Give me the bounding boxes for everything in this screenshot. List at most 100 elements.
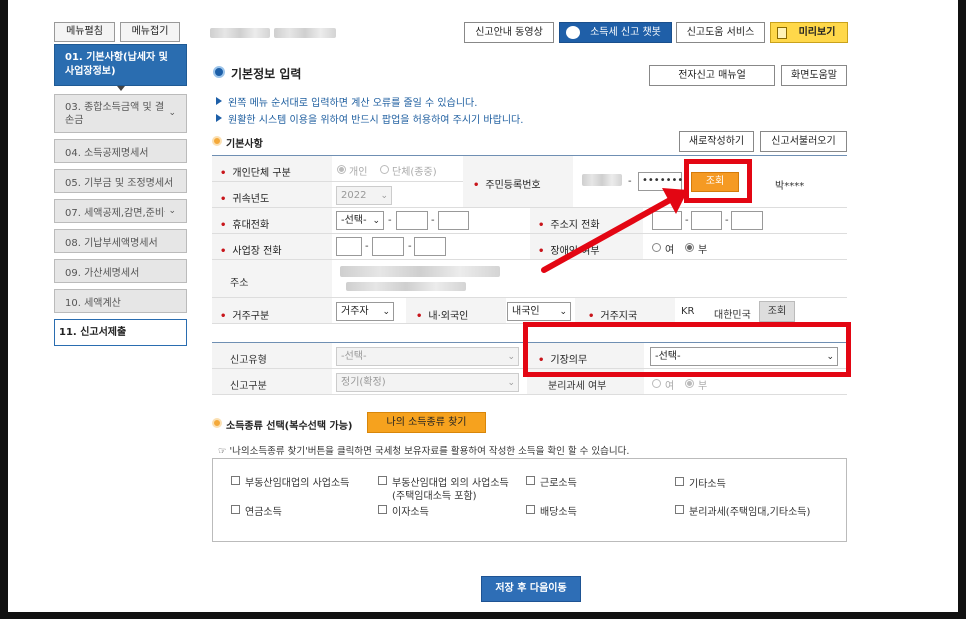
- blurred-breadcrumb: [274, 28, 336, 38]
- section-bullet-icon: [212, 136, 222, 146]
- country-label: • 거주지국: [588, 311, 638, 322]
- mobile-mid-input[interactable]: [396, 211, 428, 230]
- screen-help-button[interactable]: 화면도움말: [781, 65, 847, 86]
- checkbox-label: 분리과세(주택임대,기타소득): [689, 507, 811, 518]
- checkbox-business-income[interactable]: [378, 476, 387, 485]
- year-select[interactable]: 2022 ⌄: [336, 186, 392, 205]
- manual-button[interactable]: 전자신고 매뉴얼: [649, 65, 775, 86]
- notice-bullet-icon: [216, 114, 222, 122]
- chevron-down-icon: ⌄: [559, 307, 567, 317]
- address-phone-last-input[interactable]: [731, 211, 763, 230]
- nationality-label: • 내·외국인: [416, 311, 469, 322]
- sidebar-item-basic-info[interactable]: 01. 기본사항(납세자 및 사업장정보): [54, 44, 187, 86]
- chatbot-icon: [566, 26, 580, 39]
- checkbox-separate-taxation[interactable]: [675, 505, 684, 514]
- sidebar-item-penalty[interactable]: 09. 가산세명세서: [54, 259, 187, 283]
- report-category-select[interactable]: 정기(확정) ⌄: [336, 373, 519, 392]
- report-type-label: 신고유형: [230, 355, 267, 366]
- document-icon: [777, 27, 787, 39]
- radio-disabled-no-label: 부: [698, 245, 708, 256]
- report-type-select[interactable]: -선택- ⌄: [336, 347, 519, 366]
- radio-group-label: 단체(종중): [392, 167, 437, 178]
- annotation-box-bookkeeping: [523, 322, 851, 377]
- menu-expand-button[interactable]: 메뉴펼침: [54, 22, 115, 42]
- chevron-down-icon: ⌄: [380, 191, 388, 201]
- checkbox-pension-income[interactable]: [231, 505, 240, 514]
- mobile-prefix-select[interactable]: -선택- ⌄: [336, 211, 384, 230]
- blurred-breadcrumb: [210, 28, 270, 38]
- checkbox-dividend-income[interactable]: [526, 505, 535, 514]
- address-blurred: [340, 266, 500, 277]
- report-category-label: 신고구분: [230, 381, 267, 392]
- checkbox-label: 근로소득: [540, 478, 577, 489]
- sidebar-item-income[interactable]: 03. 종합소득금액 및 결손금 ⌄: [54, 94, 187, 133]
- taxpayer-type-label: • 개인단체 구분: [220, 168, 291, 179]
- chevron-down-icon: ⌄: [382, 307, 390, 317]
- checkbox-earned-income[interactable]: [526, 476, 535, 485]
- biz-phone-label: • 사업장 전화: [220, 246, 282, 257]
- sidebar-item-deduction[interactable]: 04. 소득공제명세서: [54, 139, 187, 163]
- mobile-label: • 휴대전화: [220, 220, 270, 231]
- sidebar-item-tax-credit[interactable]: 07. 세액공제,감면,준비금 ⌄: [54, 199, 187, 223]
- sidebar-item-submit[interactable]: 11. 신고서제출: [54, 319, 187, 346]
- income-checkbox-panel: [212, 458, 847, 542]
- chatbot-button[interactable]: 소득세 신고 챗봇: [559, 22, 672, 43]
- radio-separate-yes[interactable]: [652, 379, 661, 388]
- chevron-down-icon: ⌄: [507, 378, 515, 388]
- checkbox-sub-label: (주택임대소득 포함): [392, 491, 477, 502]
- checkbox-other-income[interactable]: [675, 477, 684, 486]
- chevron-down-icon: ⌄: [372, 216, 380, 226]
- biz-phone-mid-input[interactable]: [372, 237, 404, 256]
- country-code: KR: [681, 306, 695, 317]
- section-title-income: 소득종류 선택(복수선택 가능): [226, 421, 353, 432]
- page-title: 기본정보 입력: [231, 67, 302, 81]
- checkbox-interest-income[interactable]: [378, 505, 387, 514]
- sidebar-item-tax-calc[interactable]: 10. 세액계산: [54, 289, 187, 313]
- checkbox-label: 이자소득: [392, 507, 429, 518]
- sidebar-item-prepaid-tax[interactable]: 08. 기납부세액명세서: [54, 229, 187, 253]
- radio-separate-no-label: 부: [698, 381, 708, 392]
- video-guide-button[interactable]: 신고안내 동영상: [464, 22, 554, 43]
- radio-separate-yes-label: 여: [665, 381, 675, 392]
- load-form-button[interactable]: 신고서불러오기: [760, 131, 847, 152]
- radio-individual-label: 개인: [349, 167, 368, 178]
- radio-individual[interactable]: [337, 165, 346, 174]
- sidebar-arrow-icon: [117, 86, 125, 91]
- new-form-button[interactable]: 새로작성하기: [679, 131, 754, 152]
- checkbox-real-estate-rental[interactable]: [231, 476, 240, 485]
- checkbox-label: 기타소득: [689, 479, 726, 490]
- notice-text: 원활한 시스템 이용을 위하여 반드시 팝업을 허용하여 주시기 바랍니다.: [228, 115, 524, 126]
- section-title-basic: 기본사항: [226, 139, 263, 150]
- biz-phone-last-input[interactable]: [414, 237, 446, 256]
- section-bullet-icon: [212, 418, 222, 428]
- residence-select[interactable]: 거주자 ⌄: [336, 302, 394, 321]
- find-income-button[interactable]: 나의 소득종류 찾기: [367, 412, 486, 433]
- checkbox-label: 부동산임대업의 사업소득: [245, 478, 350, 489]
- country-lookup-button[interactable]: 조회: [759, 301, 795, 322]
- chevron-down-icon: ⌄: [507, 352, 515, 362]
- page-frame: 메뉴펼침 메뉴접기 01. 기본사항(납세자 및 사업장정보) 03. 종합소득…: [8, 0, 958, 612]
- radio-separate-no[interactable]: [685, 379, 694, 388]
- address-label: 주소: [230, 278, 249, 289]
- chevron-down-icon: ⌄: [168, 206, 176, 216]
- income-hint: ☞ '나의소득종류 찾기'버튼을 클릭하면 국세청 보유자료를 활용하여 작성한…: [218, 446, 630, 457]
- annotation-arrow: [541, 188, 688, 273]
- notice-bullet-icon: [216, 97, 222, 105]
- notice-text: 왼쪽 메뉴 순서대로 입력하면 계산 오류를 줄일 수 있습니다.: [228, 98, 478, 109]
- sidebar-item-donation[interactable]: 05. 기부금 및 조정명세서: [54, 169, 187, 193]
- country-name: 대한민국: [714, 310, 751, 321]
- preview-button[interactable]: 미리보기: [770, 22, 848, 43]
- help-service-button[interactable]: 신고도움 서비스: [676, 22, 765, 43]
- taxpayer-name: 박****: [775, 181, 805, 192]
- mobile-last-input[interactable]: [438, 211, 469, 230]
- separate-tax-label: 분리과세 여부: [548, 381, 607, 392]
- save-next-button[interactable]: 저장 후 다음이동: [481, 576, 581, 602]
- biz-phone-area-input[interactable]: [336, 237, 362, 256]
- nationality-select[interactable]: 내국인 ⌄: [507, 302, 571, 321]
- rrn-label: • 주민등록번호: [473, 180, 541, 191]
- checkbox-label: 연금소득: [245, 507, 282, 518]
- chevron-down-icon: ⌄: [168, 108, 176, 118]
- checkbox-label: 배당소득: [540, 507, 577, 518]
- radio-group[interactable]: [380, 165, 389, 174]
- menu-collapse-button[interactable]: 메뉴접기: [120, 22, 180, 42]
